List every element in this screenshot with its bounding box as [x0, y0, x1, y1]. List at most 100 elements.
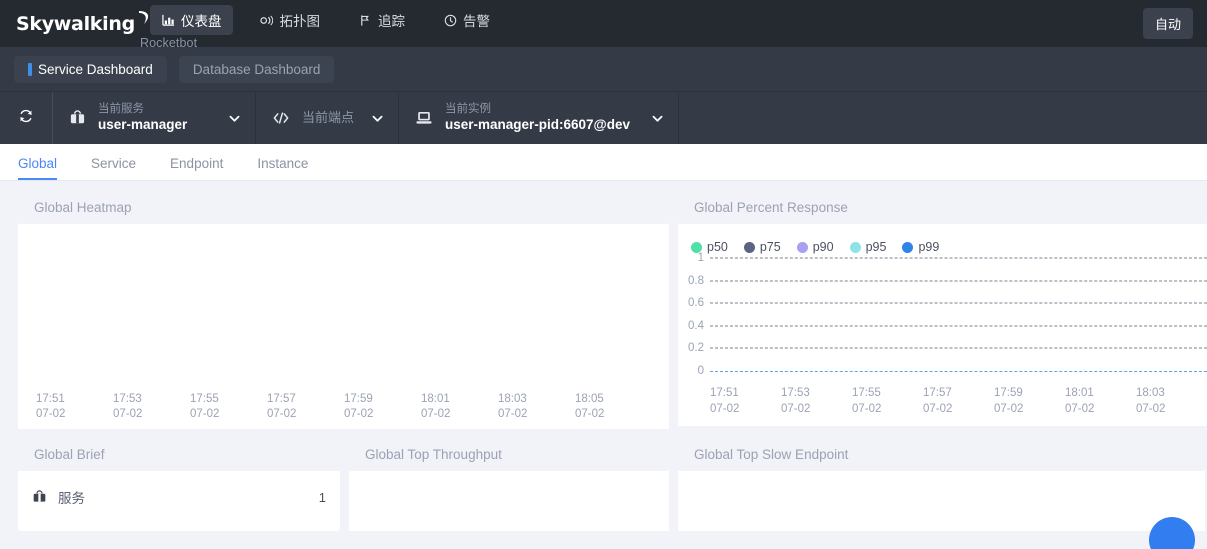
content-row-top: Global Heatmap 17:51 07-02 17:53 07-02 17:…: [0, 191, 1207, 429]
topology-icon: [260, 13, 274, 27]
panel-title-top-throughput: Global Top Throughput: [349, 438, 669, 471]
grid-line: [710, 280, 1207, 282]
subtab-global[interactable]: Global: [16, 156, 67, 180]
grid-line: [710, 325, 1207, 327]
instance-selector-label: 当前实例: [445, 103, 491, 116]
panel-title-percent-response: Global Percent Response: [678, 191, 1207, 224]
brief-row: 服务 1: [32, 483, 326, 511]
instance-selector[interactable]: 当前实例 user-manager-pid:6607@dev: [399, 92, 679, 144]
refresh-button[interactable]: [0, 92, 53, 144]
service-selector-value: user-manager: [98, 116, 188, 132]
service-selector[interactable]: 当前服务 user-manager: [53, 92, 256, 144]
brief-row-label: 服务: [58, 491, 85, 506]
legend-color-swatch: [902, 241, 914, 253]
dashboard-tab-bar: Service Dashboard Database Dashboard: [0, 47, 1207, 92]
brief-row-value: 1: [318, 489, 326, 505]
percent-response-x-axis: 17:51 07-02 17:53 07-02 17:55 07-02 17:57 07…: [710, 386, 1207, 417]
x-tick: 17:57 07-02: [267, 392, 297, 421]
panel-global-percent-response: Global Percent Response p50 p75 p90 p95 …: [678, 191, 1207, 426]
legend-color-swatch: [743, 241, 755, 253]
global-brief-body: 服务 1: [18, 471, 340, 511]
y-axis: 1 0.8 0.6 0.4 0.2 0: [678, 252, 704, 382]
legend-color-swatch: [849, 241, 861, 253]
grid-line: [710, 302, 1207, 304]
subtab-endpoint[interactable]: Endpoint: [160, 156, 233, 180]
endpoint-icon: [272, 110, 290, 126]
top-throughput-body: [349, 471, 669, 531]
x-tick: 17:57 07-02: [923, 387, 953, 415]
active-tab-indicator: [28, 62, 32, 76]
alarm-icon: [443, 13, 457, 27]
app-logo[interactable]: Skywalking: [16, 11, 149, 35]
auto-refresh-button[interactable]: 自动: [1142, 8, 1193, 39]
x-tick: 17:55 07-02: [190, 392, 220, 421]
subtab-service[interactable]: Service: [81, 156, 146, 180]
dashboard-content: Global Heatmap 17:51 07-02 17:53 07-02 17:…: [0, 181, 1207, 549]
legend-item-p50[interactable]: p50: [691, 240, 728, 254]
nav-item-label: 追踪: [378, 14, 405, 29]
legend-color-swatch: [796, 241, 808, 253]
instance-icon: [415, 110, 433, 126]
x-tick: 17:53 07-02: [781, 387, 811, 415]
heatmap-x-axis: 17:51 07-02 17:53 07-02 17:55 07-02 17:57 07…: [18, 392, 669, 423]
nav-item-alarm[interactable]: 告警: [432, 5, 501, 35]
tab-label: Database Dashboard: [192, 61, 321, 77]
chevron-down-icon[interactable]: [639, 112, 664, 125]
top-slow-endpoint-body: [678, 471, 1205, 531]
x-tick: 18:05 07-02: [575, 392, 605, 421]
grid-line: [710, 257, 1207, 259]
endpoint-selector-placeholder: 当前端点: [302, 109, 355, 125]
nav-item-dashboard[interactable]: 仪表盘: [150, 5, 233, 35]
grid-lines: [710, 257, 1207, 382]
chart-legend: p50 p75 p90 p95 p99: [678, 224, 1207, 258]
x-tick: 18:03 07-02: [498, 392, 528, 421]
percent-response-chart[interactable]: 1 0.8 0.6 0.4 0.2 0 17:51 07-02 17:53 07…: [678, 252, 1207, 426]
x-tick: 17:51 07-02: [710, 387, 740, 415]
x-tick: 17:55 07-02: [852, 387, 882, 415]
panel-global-top-slow-endpoint: Global Top Slow Endpoint: [678, 438, 1205, 531]
x-tick: 18:03 07-02: [1136, 387, 1166, 415]
legend-item-p95[interactable]: p95: [849, 240, 886, 254]
nav-item-topology[interactable]: 拓扑图: [249, 5, 332, 35]
endpoint-selector[interactable]: 当前端点: [256, 92, 399, 144]
tab-database-dashboard[interactable]: Database Dashboard: [178, 55, 335, 83]
panel-global-heatmap: Global Heatmap 17:51 07-02 17:53 07-02 17:…: [18, 191, 669, 429]
percent-response-column: Global Percent Response p50 p75 p90 p95 …: [678, 191, 1207, 429]
panel-global-top-throughput: Global Top Throughput: [349, 438, 669, 531]
panel-title-global-brief: Global Brief: [18, 438, 340, 471]
grid-line: [710, 347, 1207, 349]
y-tick: 0.8: [688, 274, 704, 287]
legend-item-p90[interactable]: p90: [796, 240, 834, 254]
x-tick: 18:01 07-02: [421, 392, 451, 421]
subtab-instance[interactable]: Instance: [247, 156, 318, 180]
legend-item-p75[interactable]: p75: [743, 240, 781, 254]
rocketbot-label: Rocketbot: [140, 36, 198, 50]
instance-selector-value: user-manager-pid:6607@dev: [445, 116, 630, 132]
nav-item-label: 告警: [463, 14, 490, 29]
y-tick: 0.2: [688, 342, 704, 355]
top-header: Skywalking 仪表盘 拓扑图 追踪 告警 Rocketbot 自动: [0, 0, 1207, 50]
panel-title-heatmap: Global Heatmap: [18, 191, 669, 224]
tab-label: Service Dashboard: [38, 61, 153, 77]
x-tick: 17:59 07-02: [994, 387, 1024, 415]
y-tick: 1: [697, 252, 704, 264]
percent-response-plot-area[interactable]: p50 p75 p90 p95 p99 1 0.8 0.6 0.4 0.2 0 …: [678, 224, 1207, 426]
chevron-down-icon[interactable]: [359, 112, 384, 125]
chevron-down-icon[interactable]: [216, 112, 241, 125]
heatmap-column: Global Heatmap 17:51 07-02 17:53 07-02 17:…: [0, 191, 678, 429]
y-tick: 0.6: [688, 297, 704, 310]
y-tick: 0.4: [688, 319, 704, 332]
selector-bar: 当前服务 user-manager 当前端点 当前实例 user-manager…: [0, 92, 1207, 144]
content-row-bottom: Global Brief 服务 1 Global Top Throughput …: [0, 438, 1207, 531]
refresh-icon: [18, 108, 34, 129]
tab-service-dashboard[interactable]: Service Dashboard: [14, 55, 167, 83]
nav-item-label: 仪表盘: [181, 14, 222, 29]
legend-color-swatch: [691, 241, 702, 253]
service-icon: [69, 109, 86, 127]
nav-item-trace[interactable]: 追踪: [347, 5, 416, 35]
heatmap-plot-area[interactable]: 17:51 07-02 17:53 07-02 17:55 07-02 17:57 07…: [18, 224, 669, 429]
x-tick: 17:59 07-02: [344, 392, 374, 421]
sub-tab-bar: Global Service Endpoint Instance: [0, 144, 1207, 181]
legend-item-p99[interactable]: p99: [902, 240, 939, 254]
logo-text: Skywalking: [16, 12, 135, 35]
